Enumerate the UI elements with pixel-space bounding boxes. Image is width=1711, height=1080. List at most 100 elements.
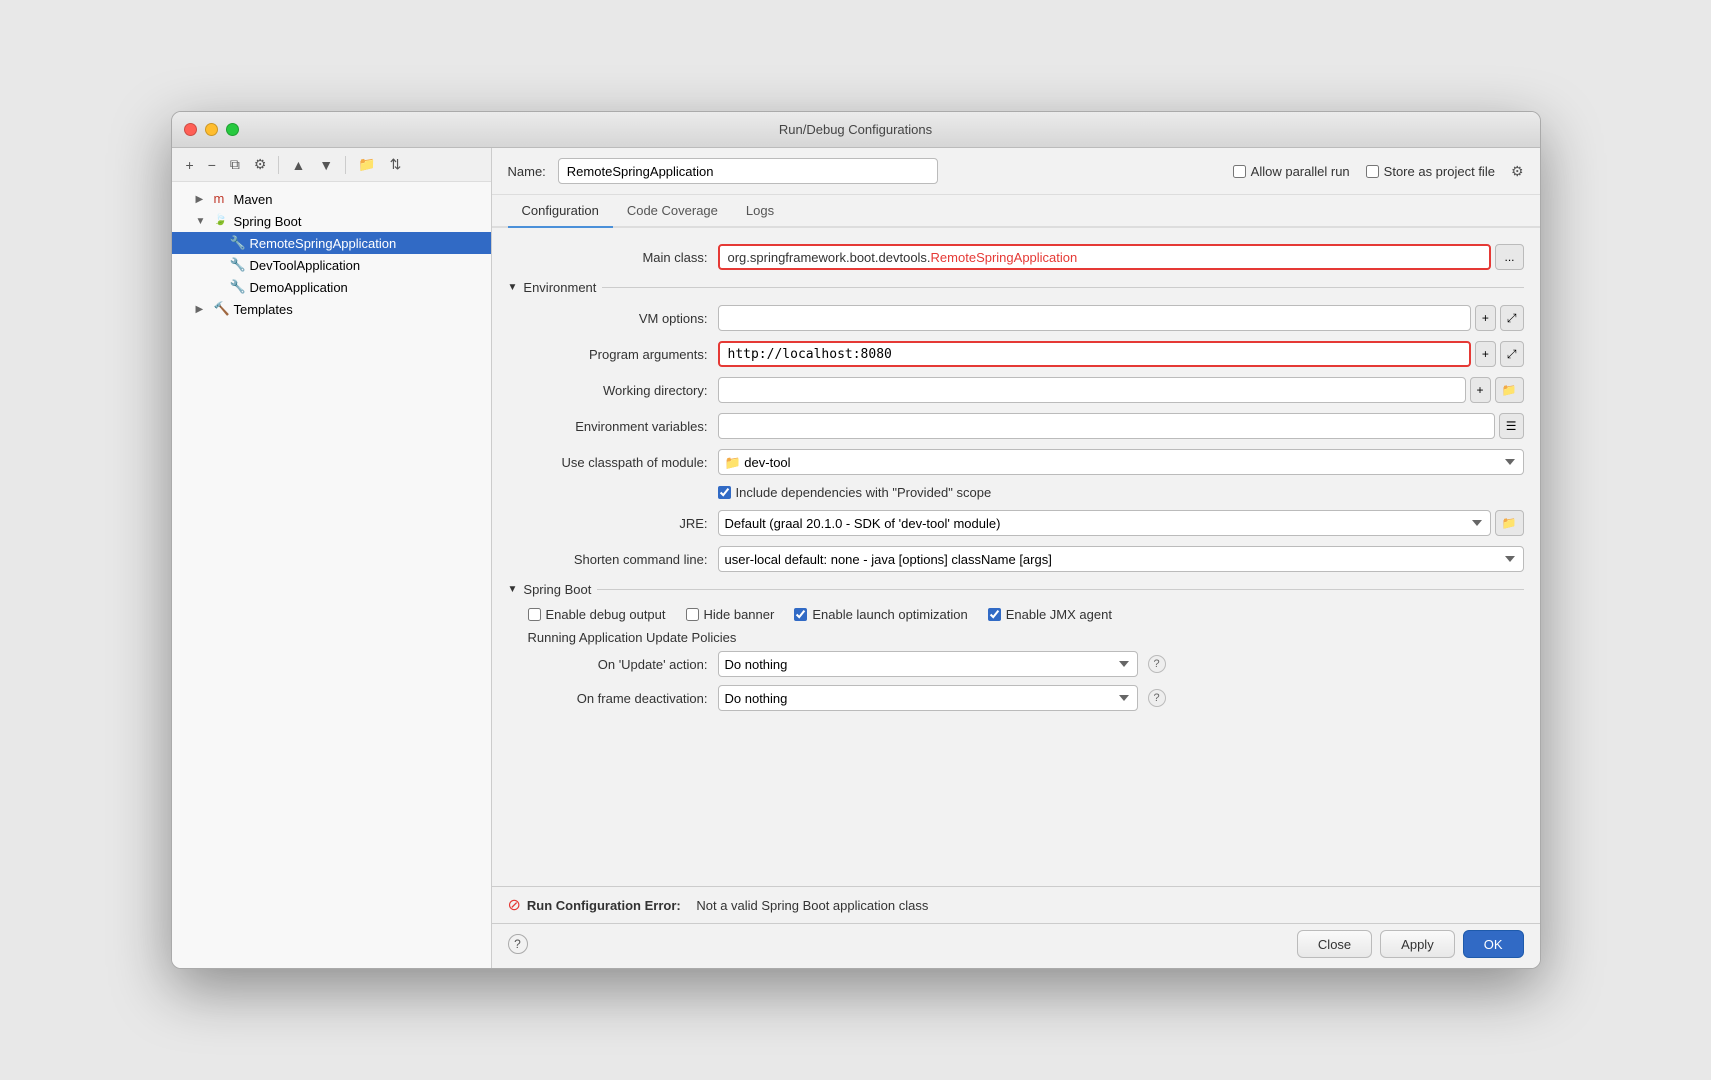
right-panel: Name: Allow parallel run Store as projec… — [492, 148, 1540, 968]
spring-boot-section: ▼ Spring Boot Enable debug output Hide b… — [508, 582, 1524, 711]
shorten-cmd-row: Shorten command line: user-local default… — [508, 546, 1524, 572]
tree-item-remote-spring[interactable]: 🔧 RemoteSpringApplication — [172, 232, 491, 254]
tree-toolbar: + − ⧉ ⚙ ▲ ▼ 📁 ⇅ — [172, 148, 491, 182]
springboot-icon: 🍃 — [214, 213, 230, 229]
close-traffic-light[interactable] — [184, 123, 197, 136]
main-class-input-display[interactable]: org.springframework.boot.devtools.Remote… — [718, 244, 1492, 270]
tab-code-coverage[interactable]: Code Coverage — [613, 195, 732, 228]
name-input[interactable] — [558, 158, 938, 184]
include-deps-text: Include dependencies with "Provided" sco… — [736, 485, 992, 500]
tabs: Configuration Code Coverage Logs — [492, 195, 1540, 228]
main-class-prefix: org.springframework.boot.devtools. — [728, 250, 931, 265]
hide-banner-checkbox[interactable] — [686, 608, 699, 621]
templates-label: Templates — [234, 302, 293, 317]
title-bar: Run/Debug Configurations — [172, 112, 1540, 148]
working-dir-add-button[interactable]: + — [1470, 377, 1491, 403]
on-update-help-icon[interactable]: ? — [1148, 655, 1166, 673]
main-class-suffix: RemoteSpringApplication — [931, 250, 1078, 265]
jre-browse-button[interactable]: 📁 — [1495, 510, 1524, 536]
traffic-lights — [184, 123, 239, 136]
tree-item-maven[interactable]: ▶ m Maven — [172, 188, 491, 210]
env-vars-browse-button[interactable]: ☰ — [1499, 413, 1524, 439]
spring-boot-arrow[interactable]: ▼ — [508, 584, 518, 595]
spring-boot-checkboxes: Enable debug output Hide banner Enable l… — [528, 607, 1524, 622]
maven-label: Maven — [234, 192, 273, 207]
working-dir-browse-button[interactable]: 📁 — [1495, 377, 1524, 403]
copy-config-button[interactable]: ⧉ — [226, 154, 244, 175]
classpath-select[interactable]: 📁 dev-tool — [718, 449, 1524, 475]
program-args-label: Program arguments: — [508, 347, 708, 362]
on-frame-select[interactable]: Do nothing — [718, 685, 1138, 711]
move-up-button[interactable]: ▲ — [287, 155, 309, 175]
settings-button[interactable]: ⚙ — [250, 154, 271, 175]
tab-configuration[interactable]: Configuration — [508, 195, 613, 228]
program-args-add-button[interactable]: + — [1475, 341, 1496, 367]
maximize-traffic-light[interactable] — [226, 123, 239, 136]
help-button[interactable]: ? — [508, 934, 528, 954]
apply-button[interactable]: Apply — [1380, 930, 1455, 958]
remove-config-button[interactable]: − — [204, 155, 220, 175]
dialog-title: Run/Debug Configurations — [779, 122, 932, 137]
working-dir-row: Working directory: + 📁 — [508, 377, 1524, 403]
running-policies-title: Running Application Update Policies — [528, 630, 1524, 645]
main-class-label: Main class: — [508, 250, 708, 265]
bottom-buttons: Close Apply OK — [1297, 930, 1524, 958]
vm-options-input[interactable] — [718, 305, 1471, 331]
folder-button[interactable]: 📁 — [354, 154, 379, 175]
spring-boot-line — [597, 589, 1523, 590]
working-dir-input[interactable] — [718, 377, 1466, 403]
env-vars-input[interactable] — [718, 413, 1495, 439]
tree-item-springboot[interactable]: ▼ 🍃 Spring Boot — [172, 210, 491, 232]
enable-jmx-text: Enable JMX agent — [1006, 607, 1112, 622]
jre-row: JRE: Default (graal 20.1.0 - SDK of 'dev… — [508, 510, 1524, 536]
tree-item-devtool[interactable]: 🔧 DevToolApplication — [172, 254, 491, 276]
devtool-arrow — [212, 260, 226, 271]
maven-arrow: ▶ — [196, 194, 210, 205]
close-button[interactable]: Close — [1297, 930, 1372, 958]
jre-input-group: Default (graal 20.1.0 - SDK of 'dev-tool… — [718, 510, 1524, 536]
shorten-cmd-select[interactable]: user-local default: none - java [options… — [718, 546, 1524, 572]
enable-debug-checkbox[interactable] — [528, 608, 541, 621]
config-tree: ▶ m Maven ▼ 🍃 Spring Boot 🔧 RemoteSpring… — [172, 182, 491, 968]
classpath-label: Use classpath of module: — [508, 455, 708, 470]
main-class-row: Main class: org.springframework.boot.dev… — [508, 244, 1524, 270]
enable-jmx-checkbox[interactable] — [988, 608, 1001, 621]
store-project-checkbox[interactable] — [1366, 165, 1379, 178]
on-frame-label: On frame deactivation: — [528, 691, 708, 706]
program-args-input[interactable] — [718, 341, 1471, 367]
move-down-button[interactable]: ▼ — [315, 155, 337, 175]
sort-button[interactable]: ⇅ — [386, 154, 406, 175]
include-deps-row: Include dependencies with "Provided" sco… — [508, 485, 1524, 500]
minimize-traffic-light[interactable] — [205, 123, 218, 136]
enable-launch-label: Enable launch optimization — [794, 607, 967, 622]
on-frame-help-icon[interactable]: ? — [1148, 689, 1166, 707]
tree-item-templates[interactable]: ▶ 🔨 Templates — [172, 298, 491, 320]
error-message: ⊘ Run Configuration Error: Not a valid S… — [508, 895, 1524, 915]
demo-label: DemoApplication — [250, 280, 348, 295]
tab-logs[interactable]: Logs — [732, 195, 788, 228]
spring-boot-section-label: Spring Boot — [523, 582, 591, 597]
hide-banner-label: Hide banner — [686, 607, 775, 622]
on-frame-row: On frame deactivation: Do nothing ? — [528, 685, 1524, 711]
allow-parallel-checkbox[interactable] — [1233, 165, 1246, 178]
vm-options-add-button[interactable]: + — [1475, 305, 1496, 331]
tree-item-demo[interactable]: 🔧 DemoApplication — [172, 276, 491, 298]
templates-arrow: ▶ — [196, 304, 210, 315]
vm-options-expand-button[interactable]: ⤢ — [1500, 305, 1524, 331]
program-args-expand-button[interactable]: ⤢ — [1500, 341, 1524, 367]
dialog-footer: ? Close Apply OK — [492, 923, 1540, 968]
jre-select[interactable]: Default (graal 20.1.0 - SDK of 'dev-tool… — [718, 510, 1491, 536]
store-gear-button[interactable]: ⚙ — [1511, 163, 1524, 180]
ok-button[interactable]: OK — [1463, 930, 1524, 958]
enable-launch-checkbox[interactable] — [794, 608, 807, 621]
include-deps-checkbox[interactable] — [718, 486, 731, 499]
environment-label: Environment — [523, 280, 596, 295]
main-class-browse-button[interactable]: ... — [1495, 244, 1523, 270]
environment-arrow[interactable]: ▼ — [508, 282, 518, 293]
environment-section-header: ▼ Environment — [508, 280, 1524, 295]
allow-parallel-label: Allow parallel run — [1233, 164, 1350, 179]
store-project-label: Store as project file — [1366, 164, 1495, 179]
add-config-button[interactable]: + — [182, 155, 198, 175]
on-update-select[interactable]: Do nothing — [718, 651, 1138, 677]
name-label: Name: — [508, 164, 546, 179]
